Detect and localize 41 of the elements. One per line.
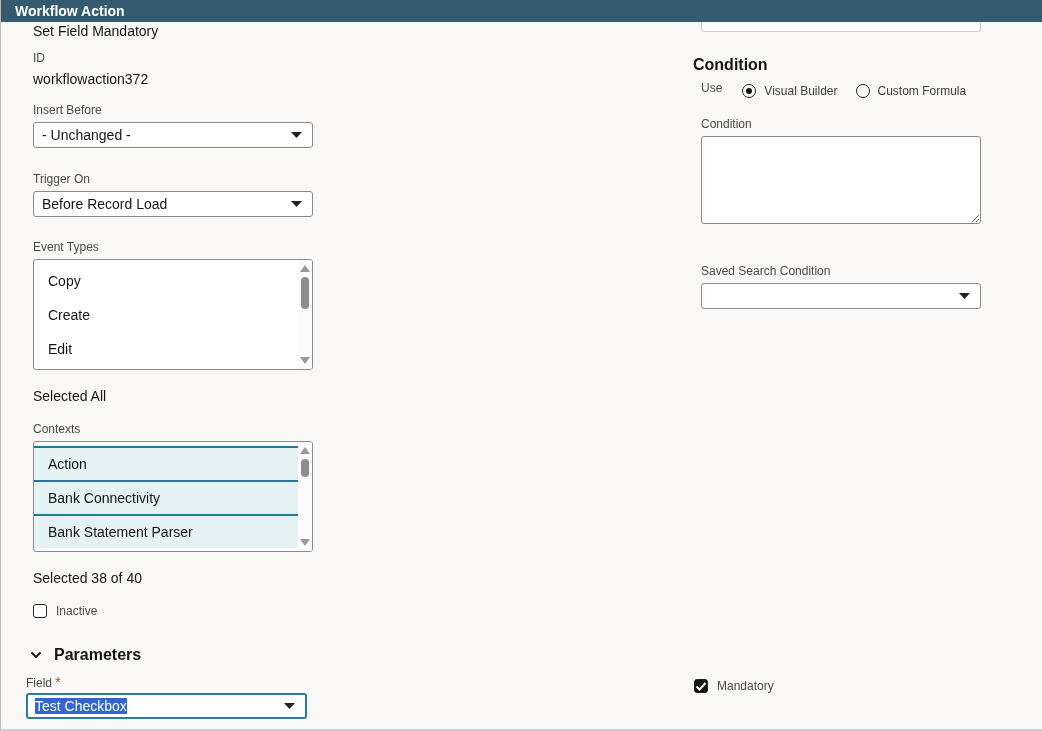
- list-option[interactable]: Bank Connectivity: [34, 480, 298, 514]
- radio-button[interactable]: [742, 84, 757, 98]
- checkbox-label: Inactive: [56, 604, 98, 618]
- field-label: Saved Search Condition: [701, 264, 832, 278]
- field-label: Trigger On: [33, 172, 91, 186]
- dropdown-field[interactable]: [701, 283, 981, 309]
- field-label: Contexts: [33, 422, 82, 436]
- checkbox[interactable]: [694, 679, 708, 693]
- scrollbar-drawing[interactable]: [298, 260, 312, 369]
- list-option[interactable]: Action: [34, 446, 298, 480]
- section-heading: Condition: [693, 56, 769, 74]
- checkbox[interactable]: [33, 604, 47, 618]
- selection-summary: Selected All: [33, 388, 108, 404]
- action-type-text: Set Field Mandatory: [33, 23, 160, 39]
- field-label: Condition: [701, 117, 753, 131]
- caret-icon: [284, 703, 295, 709]
- field-label: Field: [26, 676, 52, 690]
- condition-input[interactable]: [701, 136, 981, 224]
- field-label: Event Types: [33, 240, 100, 254]
- dropdown-field[interactable]: Before Record Load: [33, 191, 313, 217]
- caret-icon: [291, 201, 302, 207]
- checkbox-label: Mandatory: [717, 679, 774, 693]
- dropdown-field[interactable]: Test Checkbox: [26, 693, 307, 719]
- caret-icon: [291, 132, 302, 138]
- dropdown-field[interactable]: - Unchanged -: [33, 122, 313, 148]
- scrollbar-drawing[interactable]: [701, 22, 981, 32]
- section-heading: Parameters: [54, 646, 142, 664]
- scrollbar-drawing[interactable]: [298, 442, 312, 551]
- field-label: ID: [33, 51, 46, 65]
- window-title: Workflow Action: [15, 3, 125, 19]
- chevron-icon[interactable]: [30, 651, 42, 659]
- field-label: Insert Before: [33, 103, 103, 117]
- list-option[interactable]: Bank Statement Parser: [34, 514, 298, 548]
- caret-icon: [959, 293, 970, 299]
- radio-option[interactable]: Visual Builder: [742, 84, 838, 98]
- id-value: workflowaction372: [33, 71, 150, 87]
- radio-option[interactable]: Custom Formula: [855, 84, 967, 98]
- field-label: Use: [701, 81, 723, 95]
- radio-button[interactable]: [855, 84, 870, 98]
- selection-summary: Selected 38 of 40: [33, 570, 143, 586]
- required-mark: *: [55, 673, 61, 690]
